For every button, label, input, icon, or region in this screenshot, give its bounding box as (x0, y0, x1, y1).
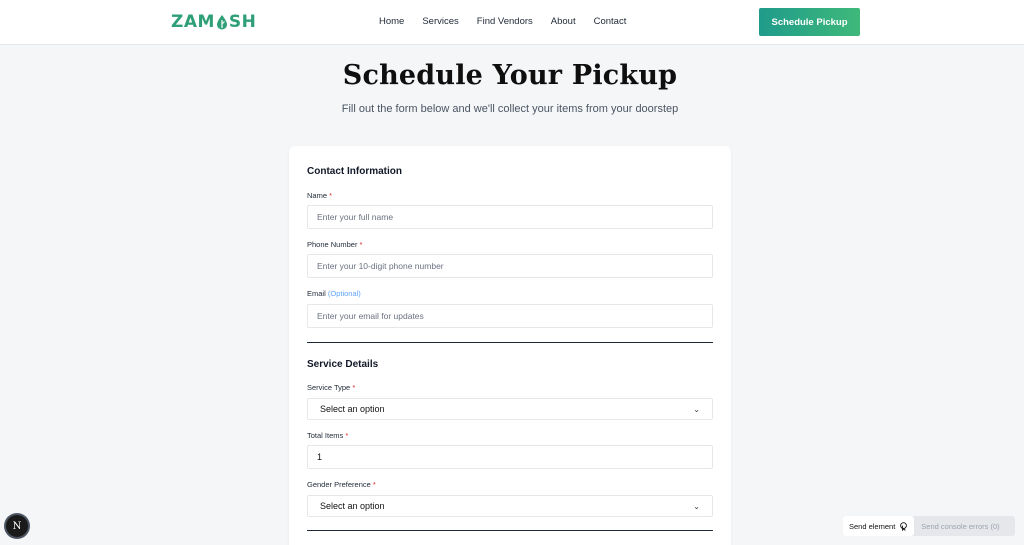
name-input[interactable] (307, 205, 713, 229)
required-mark: * (352, 383, 356, 392)
service-type-label: Service Type * (307, 383, 355, 392)
brand-logo[interactable]: ZAM SH (171, 12, 256, 32)
nav-link-contact[interactable]: Contact (594, 14, 627, 30)
devtools-bar: Send element Send console errors (0) (843, 516, 1015, 536)
nav-link-find-vendors[interactable]: Find Vendors (477, 14, 533, 30)
chevron-down-icon: ⌄ (693, 404, 700, 414)
brand-logo-right: SH (228, 12, 257, 32)
email-label-text: Email (307, 289, 326, 298)
total-items-input[interactable] (307, 445, 713, 469)
schedule-pickup-button[interactable]: Schedule Pickup (759, 8, 860, 36)
required-mark: * (329, 191, 333, 200)
leaf-drop-icon (216, 15, 227, 30)
section-divider (307, 530, 713, 531)
pointer-icon (900, 521, 908, 531)
contact-section-title: Contact Information (307, 166, 402, 177)
chevron-down-icon: ⌄ (693, 501, 700, 511)
pickup-form: Contact Information Name * Phone Number … (289, 146, 731, 545)
page-title: Schedule Your Pickup (342, 60, 678, 91)
total-items-label-text: Total Items (307, 431, 344, 440)
email-label: Email (Optional) (307, 289, 361, 298)
main-nav: Home Services Find Vendors About Contact (370, 14, 626, 30)
gender-preference-select[interactable]: Select an option ⌄ (307, 495, 713, 517)
service-type-label-text: Service Type (307, 383, 351, 392)
nav-link-about[interactable]: About (551, 14, 576, 30)
section-divider (307, 342, 713, 343)
nav-link-services[interactable]: Services (422, 14, 458, 30)
total-items-label: Total Items * (307, 431, 348, 440)
phone-label-text: Phone Number (307, 240, 358, 249)
email-input[interactable] (307, 304, 713, 328)
required-mark: * (372, 480, 376, 489)
phone-input[interactable] (307, 254, 713, 278)
gender-preference-label: Gender Preference * (307, 480, 376, 489)
send-element-label: Send element (849, 521, 896, 531)
send-console-errors-button[interactable]: Send console errors (0) (914, 522, 999, 531)
gender-preference-label-text: Gender Preference (307, 480, 371, 489)
required-mark: * (359, 240, 363, 249)
service-type-value: Select an option (320, 404, 385, 414)
top-navbar: ZAM SH Home Services Find Vendors About … (0, 0, 1024, 45)
service-section-title: Service Details (307, 359, 379, 370)
service-type-select[interactable]: Select an option ⌄ (307, 398, 713, 420)
name-label: Name * (307, 191, 332, 200)
name-label-text: Name (307, 191, 328, 200)
optional-mark: (Optional) (327, 289, 361, 298)
phone-label: Phone Number * (307, 240, 362, 249)
next-dev-badge[interactable]: N (6, 515, 28, 537)
send-element-button[interactable]: Send element (843, 516, 915, 536)
required-mark: * (345, 431, 349, 440)
nav-link-home[interactable]: Home (379, 14, 404, 30)
gender-preference-value: Select an option (320, 501, 385, 511)
brand-logo-left: ZAM (171, 12, 215, 32)
page-subtitle: Fill out the form below and we'll collec… (341, 103, 679, 115)
